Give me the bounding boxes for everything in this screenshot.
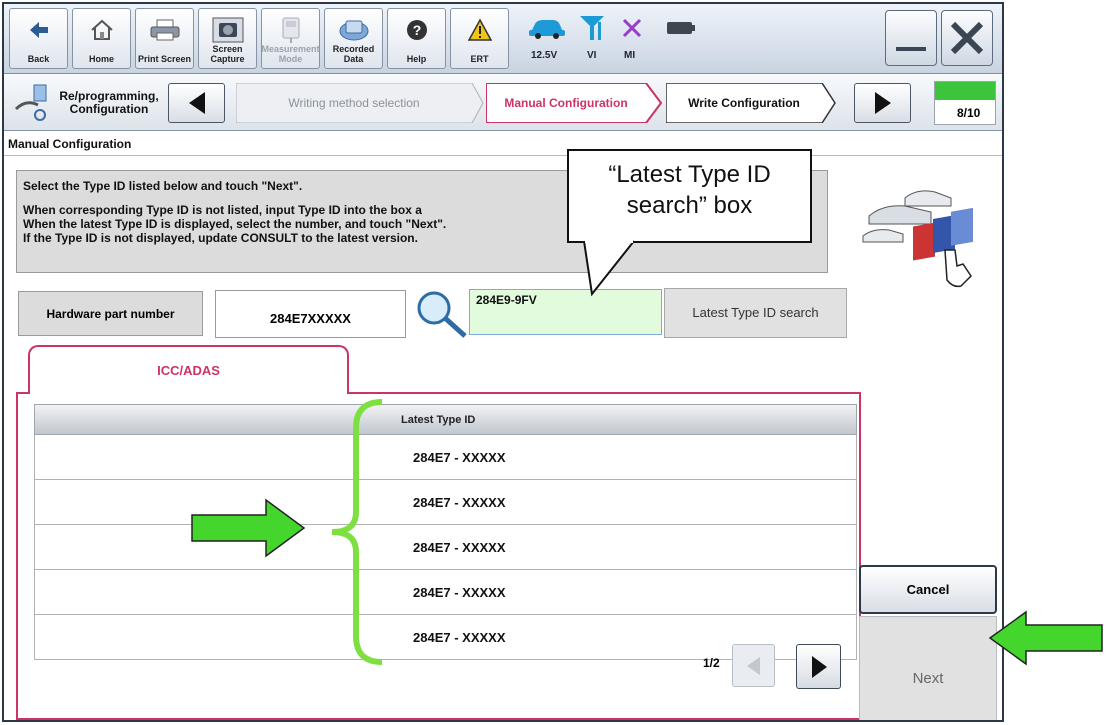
recorded-data-label: Recorded Data [332, 44, 375, 64]
signal-icon [576, 10, 608, 46]
step-bar: Re/programming, Configuration Writing me… [4, 75, 1002, 131]
left-arrow-icon [188, 92, 205, 114]
home-icon [73, 13, 130, 47]
help-button[interactable]: ? Help [387, 8, 446, 69]
camera-icon [199, 13, 256, 47]
page-indicator: 1/2 [703, 656, 720, 670]
step-write-configuration: Write Configuration [688, 95, 800, 110]
next-button[interactable]: Next [859, 616, 997, 720]
green-arrow-table-icon [191, 498, 306, 558]
step-back-button[interactable] [168, 83, 225, 123]
right-arrow-icon [811, 655, 827, 678]
screen-capture-button[interactable]: Screen Capture [198, 8, 257, 69]
right-arrow-icon [874, 92, 891, 114]
consult-window: Back Home Print Screen Screen Capture Me… [2, 2, 1004, 722]
help-icon: ? [388, 13, 445, 47]
measurement-mode-label: Measurement Mode [261, 44, 320, 64]
table-header: Latest Type ID [34, 404, 857, 435]
previous-page-button[interactable] [732, 644, 775, 687]
tab-panel: Latest Type ID 284E7 - XXXXX 284E7 - XXX… [16, 392, 861, 720]
table-row[interactable]: 284E7 - XXXXX [34, 570, 857, 615]
vehicle-select-illustration [859, 176, 989, 296]
ert-button[interactable]: ERT [450, 8, 509, 69]
recorded-data-button[interactable]: Recorded Data [324, 8, 383, 69]
home-button[interactable]: Home [72, 8, 131, 69]
ert-label: ERT [470, 54, 489, 64]
callout-box: “Latest Type ID search” box [567, 149, 812, 243]
table-cell-type-id: 284E7 - XXXXX [413, 629, 506, 645]
reprogramming-icon [12, 83, 52, 123]
car-icon [523, 10, 571, 46]
recorded-data-icon [325, 13, 382, 47]
home-label: Home [88, 54, 114, 64]
back-button[interactable]: Back [9, 8, 68, 69]
battery-voltage: 12.5V [531, 50, 558, 61]
table-cell-type-id: 284E7 - XXXXX [413, 539, 506, 555]
measurement-mode-button[interactable]: Measurement Mode [261, 8, 320, 69]
page-title: Manual Configuration [4, 132, 1002, 156]
table-row[interactable]: 284E7 - XXXXX [34, 435, 857, 480]
measurement-icon [262, 13, 319, 47]
help-label: Help [406, 54, 427, 64]
table-cell-type-id: 284E7 - XXXXX [413, 584, 506, 600]
table-row[interactable]: 284E7 - XXXXX [34, 480, 857, 525]
mi-label: MI [624, 50, 636, 61]
battery-icon [664, 10, 698, 46]
step-manual-configuration: Manual Configuration [504, 95, 628, 110]
mi-disconnected-icon [618, 10, 646, 46]
close-button[interactable] [941, 10, 993, 66]
next-page-button[interactable] [796, 644, 841, 689]
cancel-button[interactable]: Cancel [859, 565, 997, 614]
printer-icon [136, 13, 193, 47]
print-screen-button[interactable]: Print Screen [135, 8, 194, 69]
screen-capture-label: Screen Capture [210, 44, 245, 64]
step-writing-method: Writing method selection [288, 95, 420, 110]
back-label: Back [27, 54, 50, 64]
hardware-part-number-value: 284E7XXXXX [215, 290, 406, 338]
print-screen-label: Print Screen [137, 54, 192, 64]
top-toolbar: Back Home Print Screen Screen Capture Me… [4, 4, 1002, 74]
back-arrow-icon [10, 13, 67, 47]
close-icon [950, 21, 984, 55]
progress-text: 8/10 [957, 106, 981, 120]
green-brace-annotation [331, 399, 383, 665]
type-id-table: Latest Type ID 284E7 - XXXXX 284E7 - XXX… [34, 404, 857, 660]
progress-fill [935, 82, 995, 100]
green-arrow-next-icon [988, 610, 1103, 666]
vi-label: VI [587, 50, 597, 61]
latest-type-id-search-button[interactable]: Latest Type ID search [664, 288, 847, 338]
search-icon[interactable] [410, 286, 470, 340]
table-cell-type-id: 284E7 - XXXXX [413, 449, 506, 465]
table-header-latest-type-id: Latest Type ID [401, 414, 476, 426]
tab-icc-adas[interactable]: ICC/ADAS [28, 345, 349, 394]
table-cell-type-id: 284E7 - XXXXX [413, 494, 506, 510]
table-row[interactable]: 284E7 - XXXXX [34, 525, 857, 570]
callout-pointer [583, 240, 635, 297]
callout-line-2: search” box [626, 192, 753, 219]
svg-text:?: ? [412, 22, 421, 38]
left-arrow-icon [746, 656, 760, 675]
step-reprogramming: Re/programming, Configuration [59, 89, 159, 116]
minimize-button[interactable] [885, 10, 937, 66]
progress-indicator: 8/10 [934, 81, 996, 125]
callout-line-1: “Latest Type ID [608, 161, 771, 188]
warning-icon [451, 13, 508, 47]
minimize-icon [896, 47, 926, 51]
step-forward-button[interactable] [854, 83, 911, 123]
hardware-part-number-label: Hardware part number [18, 291, 203, 336]
